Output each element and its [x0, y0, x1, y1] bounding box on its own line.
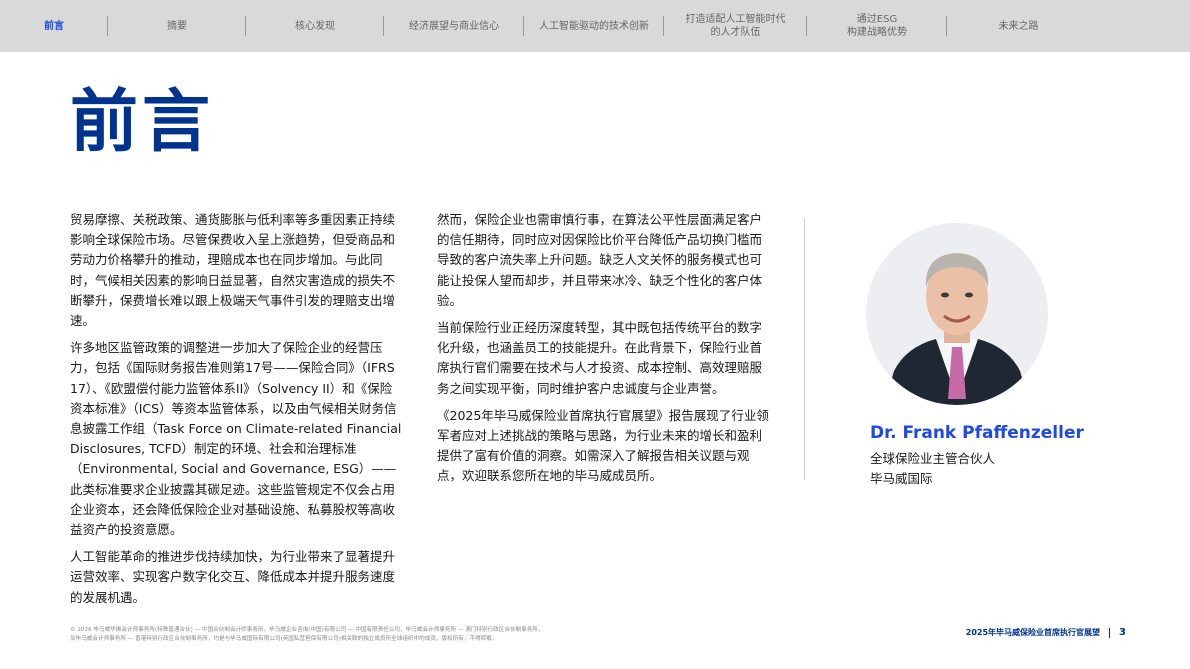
footer-report-info: 2025年毕马威保险业首席执行官展望 3: [966, 627, 1126, 638]
top-navigation: 前言 摘要 核心发现 经济展望与商业信心 人工智能驱动的技术创新 打造适配人工智…: [0, 0, 1190, 52]
nav-tab-label: 前言: [44, 20, 64, 32]
person-illustration: [866, 223, 1048, 405]
footer-legal-notice: © 2026 毕马威华振会计师事务所(特殊普通合伙) — 中国合伙制会计师事务所…: [70, 626, 710, 644]
nav-tab-label: 打造适配人工智能时代 的人才队伍: [685, 14, 786, 38]
nav-tab-label: 人工智能驱动的技术创新: [539, 20, 649, 32]
person-role: 全球保险业主管合伙人: [870, 451, 996, 466]
nav-tab-label: 核心发现: [295, 20, 335, 32]
body-column-left: 贸易摩擦、关税政策、通货膨胀与低利率等多重因素正持续影响全球保险市场。尽管保费收…: [70, 210, 402, 615]
body-paragraph: 《2025年毕马威保险业首席执行官展望》报告展现了行业领军者应对上述挑战的策略与…: [437, 407, 769, 484]
page-number: 3: [1119, 627, 1126, 638]
person-organization: 毕马威国际: [870, 471, 933, 486]
nav-tab-esg[interactable]: 通过ESG 构建战略优势: [807, 0, 947, 52]
page-title: 前言: [70, 83, 215, 162]
nav-tab-road-ahead[interactable]: 未来之路: [947, 0, 1090, 52]
nav-tab-label: 通过ESG 构建战略优势: [847, 14, 907, 38]
body-paragraph: 贸易摩擦、关税政策、通货膨胀与低利率等多重因素正持续影响全球保险市场。尽管保费收…: [70, 212, 396, 329]
nav-tab-key-findings[interactable]: 核心发现: [246, 0, 384, 52]
person-name: Dr. Frank Pfaffenzeller: [870, 423, 1084, 443]
body-paragraph: 人工智能革命的推进步伐持续加快，为行业带来了显著提升运营效率、实现客户数字化交互…: [70, 549, 396, 605]
nav-tab-label: 经济展望与商业信心: [409, 20, 499, 32]
footer-separator: [1109, 627, 1111, 638]
body-column-middle: 然而，保险企业也需审慎行事，在算法公平性层面满足客户的信任期待，同时应对因保险比…: [437, 210, 771, 494]
nav-tab-ai-innovation[interactable]: 人工智能驱动的技术创新: [524, 0, 664, 52]
nav-tab-label: 未来之路: [998, 20, 1039, 32]
portrait-photo: [866, 223, 1048, 405]
body-paragraph: 当前保险行业正经历深度转型，其中既包括传统平台的数字化升级，也涵盖员工的技能提升…: [437, 320, 763, 396]
body-paragraph: 许多地区监管政策的调整进一步加大了保险企业的经营压力，包括《国际财务报告准则第1…: [70, 340, 402, 538]
nav-tab-preface[interactable]: 前言: [0, 0, 108, 52]
legal-line: © 2026 毕马威华振会计师事务所(特殊普通合伙) — 中国合伙制会计师事务所…: [70, 627, 544, 633]
body-paragraph: 然而，保险企业也需审慎行事，在算法公平性层面满足客户的信任期待，同时应对因保险比…: [437, 212, 763, 308]
report-title: 2025年毕马威保险业首席执行官展望: [965, 628, 1101, 637]
nav-tab-ai-talent[interactable]: 打造适配人工智能时代 的人才队伍: [664, 0, 807, 52]
column-divider: [804, 218, 805, 480]
nav-tab-summary[interactable]: 摘要: [108, 0, 246, 52]
nav-tab-label: 摘要: [167, 20, 187, 32]
legal-line: 及毕马威会计师事务所 — 香港特别行政区合伙制事务所，均是与毕马威国际有限公司(…: [70, 636, 498, 642]
nav-tab-economic-outlook[interactable]: 经济展望与商业信心: [384, 0, 524, 52]
